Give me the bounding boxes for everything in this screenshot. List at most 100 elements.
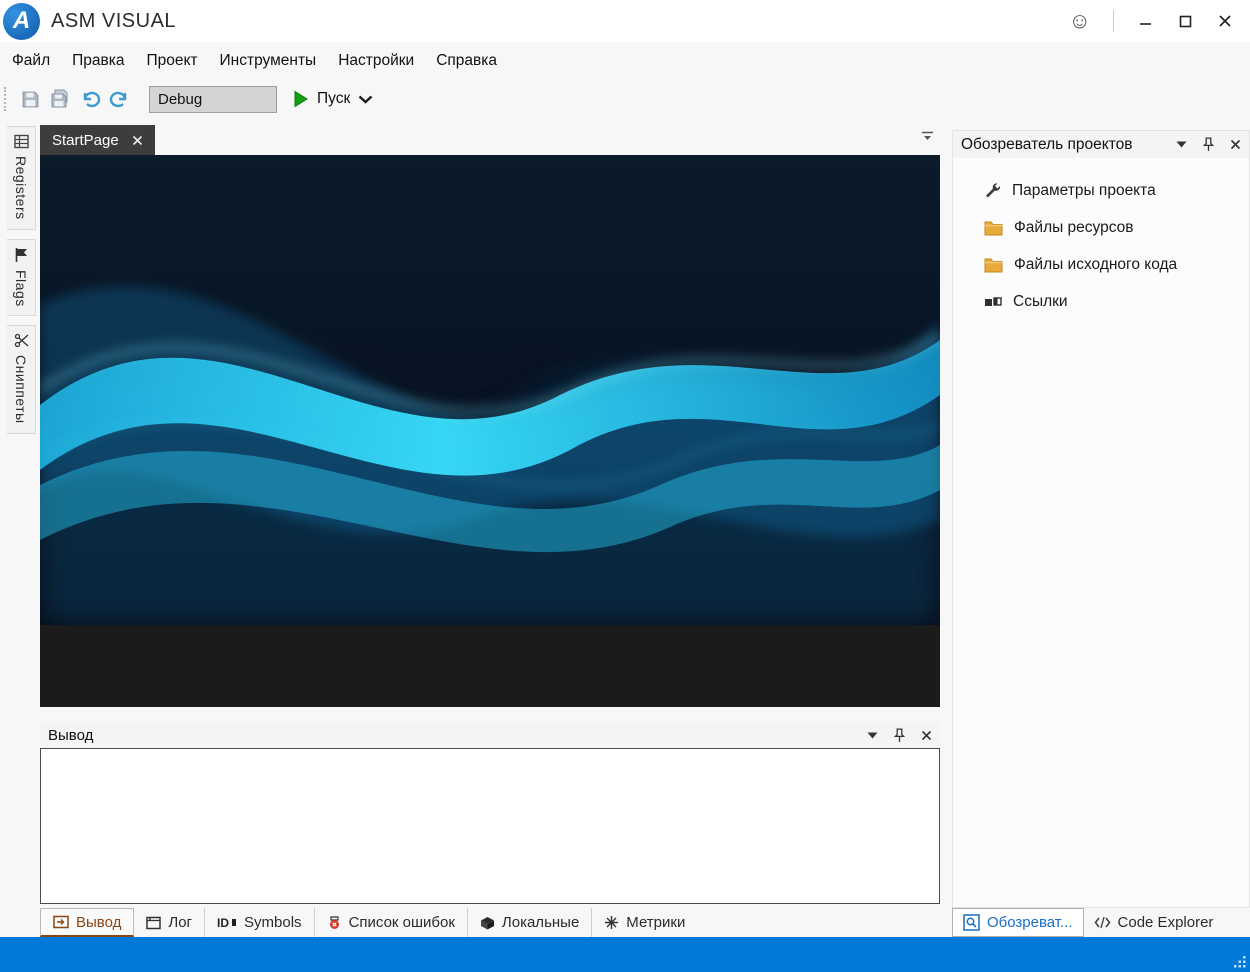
tree-item-resource-files[interactable]: Файлы ресурсов [953,209,1249,246]
output-panel-title: Вывод [48,726,94,744]
tab-startpage-label: StartPage [52,131,119,149]
bottom-tab-locals[interactable]: Локальные [468,908,593,937]
bottom-tab-output-label: Вывод [76,913,122,931]
menu-edit[interactable]: Правка [61,52,135,70]
tree-item-label: Файлы ресурсов [1014,218,1134,236]
undo-icon[interactable] [75,85,105,113]
right-tab-explorer[interactable]: Обозреват... [952,908,1084,937]
search-explorer-icon [963,914,980,931]
left-tool-rail: Registers Flags Сниппеты [0,126,37,935]
right-tab-code-explorer[interactable]: Code Explorer [1084,908,1224,937]
wrench-icon [986,183,1001,198]
tree-item-references[interactable]: Ссылки [953,283,1249,320]
editor-tab-bar: StartPage [40,125,940,155]
bottom-tab-locals-label: Локальные [501,914,580,931]
configuration-value: Debug [158,90,203,108]
redo-icon[interactable] [105,85,135,113]
bottom-tab-strip: Вывод Лог ID Symbols Список ошибок Локал… [40,908,697,937]
bottom-tab-error-list-label: Список ошибок [348,914,455,931]
symbols-icon: ID [217,916,237,929]
app-title: ASM VISUAL [51,9,177,32]
output-panel-header[interactable]: Вывод [40,722,940,748]
configuration-combobox[interactable]: Debug [149,85,277,113]
editor-start-page[interactable] [40,155,940,707]
right-tab-explorer-label: Обозреват... [987,914,1073,931]
maximize-icon[interactable] [1176,12,1194,30]
bottom-tab-log-label: Лог [168,914,193,931]
folder-icon [984,258,1003,272]
menu-bar: Файл Правка Проект Инструменты Настройки… [0,42,1250,79]
project-explorer-title: Обозреватель проектов [961,135,1133,153]
svg-text:ID: ID [217,916,229,929]
menu-settings[interactable]: Настройки [327,52,425,70]
app-logo: A [3,2,40,40]
tab-flags-label: Flags [13,269,29,307]
code-explorer-icon [1094,916,1111,929]
right-tab-strip: Обозреват... Code Explorer [952,908,1250,937]
bottom-tab-error-list[interactable]: Список ошибок [315,908,468,937]
save-icon[interactable] [15,85,45,113]
titlebar-separator [1113,10,1114,32]
run-button[interactable]: Пуск [293,90,373,108]
references-icon [985,296,1002,306]
bottom-tab-log[interactable]: Лог [134,908,206,937]
title-bar: A ASM VISUAL ☺ [0,0,1250,42]
bottom-tab-symbols-label: Symbols [244,914,302,931]
tab-snippets[interactable]: Сниппеты [7,325,36,434]
bottom-tab-symbols[interactable]: ID Symbols [205,908,315,937]
start-page-wave-artwork [40,155,940,625]
tab-registers-label: Registers [13,156,29,220]
panel-chevron-down-icon[interactable] [1176,141,1187,148]
toolbar: Debug Пуск [0,79,1250,119]
chevron-down-icon[interactable] [358,95,373,104]
menu-help[interactable]: Справка [425,52,508,70]
output-icon [53,915,69,929]
tree-item-project-parameters[interactable]: Параметры проекта [953,172,1249,209]
project-tree: Параметры проекта Файлы ресурсов Файлы и… [953,158,1249,320]
play-icon [294,90,308,108]
minimize-icon[interactable] [1136,12,1154,30]
project-explorer-header[interactable]: Обозреватель проектов [953,131,1249,158]
tab-list-menu-icon[interactable] [921,131,934,141]
flag-icon [15,247,27,262]
bottom-tab-output[interactable]: Вывод [40,908,135,937]
run-label: Пуск [317,90,351,107]
right-tab-code-explorer-label: Code Explorer [1117,914,1214,931]
menu-tools[interactable]: Инструменты [209,52,328,70]
tree-item-label: Ссылки [1013,292,1068,310]
save-all-icon[interactable] [45,85,75,113]
tree-item-source-files[interactable]: Файлы исходного кода [953,246,1249,283]
logo-letter: A [12,7,31,34]
status-bar [0,937,1250,972]
start-page-lower-area [40,625,940,707]
snippets-icon [14,334,28,348]
tab-snippets-label: Сниппеты [13,355,29,424]
tab-flags[interactable]: Flags [7,238,36,317]
tab-startpage[interactable]: StartPage [40,125,155,155]
registers-icon [13,134,29,149]
feedback-smiley-icon[interactable]: ☺ [1069,10,1091,32]
panel-close-icon[interactable] [1230,139,1241,150]
resize-grip[interactable] [1233,955,1247,969]
output-content[interactable] [40,748,940,904]
bottom-tab-metrics[interactable]: Метрики [592,908,697,937]
close-icon[interactable] [1216,12,1234,30]
project-explorer-panel: Обозреватель проектов Параметры проекта … [952,130,1250,908]
panel-chevron-down-icon[interactable] [867,732,878,739]
tab-registers[interactable]: Registers [7,126,36,230]
panel-close-icon[interactable] [921,730,932,741]
menu-file[interactable]: Файл [0,52,61,70]
bottom-tab-metrics-label: Метрики [626,914,686,931]
locals-icon [480,916,495,930]
output-panel: Вывод [40,722,940,904]
toolbar-grip[interactable] [4,87,9,111]
metrics-icon [604,915,619,930]
error-list-icon [327,915,342,930]
log-icon [146,916,162,930]
panel-pin-icon[interactable] [1203,137,1214,152]
tab-close-icon[interactable] [132,135,143,146]
folder-icon [984,221,1003,235]
panel-pin-icon[interactable] [894,727,905,743]
app-window: A ASM VISUAL ☺ Файл Правка Проект Инстру… [0,0,1250,972]
menu-project[interactable]: Проект [135,52,208,70]
